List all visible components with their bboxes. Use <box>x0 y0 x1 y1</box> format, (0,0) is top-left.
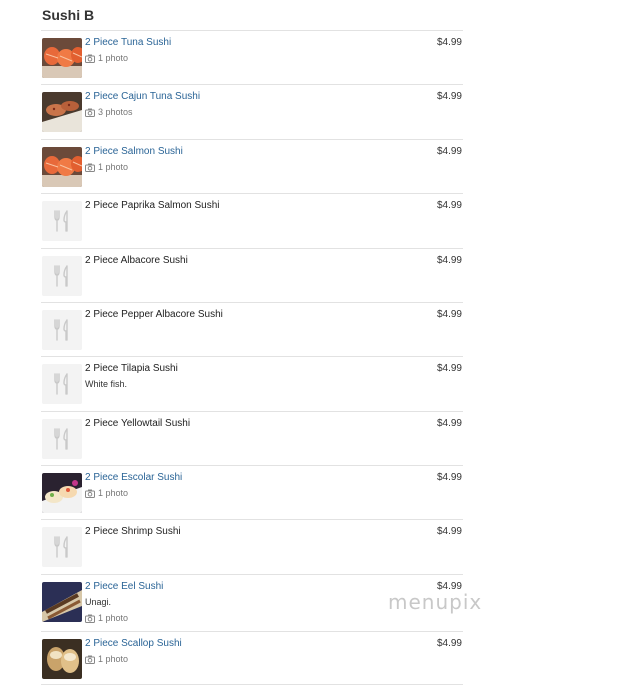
menu-item-row: 2 Piece Pepper Albacore Sushi $4.99 <box>41 302 463 356</box>
section-title: Sushi B <box>42 7 95 23</box>
camera-icon <box>85 163 95 172</box>
menu-item-name[interactable]: 2 Piece Eel Sushi <box>85 580 163 593</box>
menu-item-price: $4.99 <box>436 255 462 266</box>
item-photo-thumbnail[interactable] <box>42 582 82 622</box>
utensils-placeholder-icon <box>42 201 82 241</box>
menu-item-row: 2 Piece Shrimp Sushi $4.99 <box>41 519 463 574</box>
photo-count-label: 3 photos <box>98 107 133 117</box>
camera-icon <box>85 614 95 623</box>
photo-count-link[interactable]: 1 photo <box>85 653 128 665</box>
camera-icon <box>85 54 95 63</box>
menu-item-price: $4.99 <box>436 472 462 483</box>
utensils-placeholder-icon <box>42 364 82 404</box>
photo-count-link[interactable]: 3 photos <box>85 106 133 118</box>
menu-item-name[interactable]: 2 Piece Scallop Sushi <box>85 637 182 650</box>
menu-item-price: $4.99 <box>436 37 462 48</box>
menu-item-price: $4.99 <box>436 526 462 537</box>
menu-item-price: $4.99 <box>436 418 462 429</box>
menu-item-list: 2 Piece Tuna Sushi 1 photo $4.99 2 Piece Ca… <box>41 30 463 685</box>
menu-item-name[interactable]: 2 Piece Cajun Tuna Sushi <box>85 90 200 103</box>
utensils-placeholder-icon <box>42 419 82 459</box>
menu-item-row: 2 Piece Salmon Sushi 1 photo $4.99 <box>41 139 463 193</box>
photo-count-link[interactable]: 1 photo <box>85 52 128 64</box>
menu-item-price: $4.99 <box>436 363 462 374</box>
menupix-watermark: menupix <box>388 590 483 614</box>
camera-icon <box>85 489 95 498</box>
menu-item-description: White fish. <box>85 379 128 389</box>
menu-item-name[interactable]: 2 Piece Tuna Sushi <box>85 36 171 49</box>
item-photo-thumbnail[interactable] <box>42 38 82 78</box>
item-photo-thumbnail[interactable] <box>42 147 82 187</box>
menu-item-name: 2 Piece Pepper Albacore Sushi <box>85 309 223 320</box>
menu-item-description: Unagi. <box>85 597 112 607</box>
menu-item-name: 2 Piece Paprika Salmon Sushi <box>85 200 220 211</box>
menu-item-name: 2 Piece Tilapia Sushi <box>85 363 178 374</box>
photo-count-label: 1 photo <box>98 53 129 63</box>
menu-item-price: $4.99 <box>436 146 462 157</box>
camera-icon <box>85 655 95 664</box>
menu-item-price: $4.99 <box>436 638 462 649</box>
menu-item-name: 2 Piece Yellowtail Sushi <box>85 418 191 429</box>
photo-count-label: 1 photo <box>98 613 129 623</box>
menu-item-row: 2 Piece Tilapia Sushi White fish. $4.99 <box>41 356 463 411</box>
menu-item-row: 2 Piece Paprika Salmon Sushi $4.99 <box>41 193 463 248</box>
menu-item-row: 2 Piece Albacore Sushi $4.99 <box>41 248 463 302</box>
menu-item-price: $4.99 <box>436 309 462 320</box>
menu-item-name[interactable]: 2 Piece Escolar Sushi <box>85 471 182 484</box>
menu-item-price: $4.99 <box>436 200 462 211</box>
menu-item-price: $4.99 <box>436 91 462 102</box>
photo-count-link[interactable]: 1 photo <box>85 161 128 173</box>
camera-icon <box>85 108 95 117</box>
menu-item-row: 2 Piece Escolar Sushi 1 photo $4.99 <box>41 465 463 519</box>
list-bottom-divider <box>41 684 463 685</box>
menu-item-row: 2 Piece Cajun Tuna Sushi 3 photos $4.99 <box>41 84 463 139</box>
menu-item-row: 2 Piece Yellowtail Sushi $4.99 <box>41 411 463 465</box>
menu-item-name[interactable]: 2 Piece Salmon Sushi <box>85 145 183 158</box>
photo-count-link[interactable]: 1 photo <box>85 487 128 499</box>
menu-item-name: 2 Piece Albacore Sushi <box>85 255 188 266</box>
photo-count-label: 1 photo <box>98 162 129 172</box>
item-photo-thumbnail[interactable] <box>42 639 82 679</box>
photo-count-link[interactable]: 1 photo <box>85 612 128 624</box>
utensils-placeholder-icon <box>42 527 82 567</box>
photo-count-label: 1 photo <box>98 654 129 664</box>
menu-item-row: 2 Piece Tuna Sushi 1 photo $4.99 <box>41 30 463 84</box>
menu-item-row: 2 Piece Scallop Sushi 1 photo $4.99 <box>41 631 463 685</box>
utensils-placeholder-icon <box>42 256 82 296</box>
utensils-placeholder-icon <box>42 310 82 350</box>
item-photo-thumbnail[interactable] <box>42 473 82 513</box>
menu-item-name: 2 Piece Shrimp Sushi <box>85 526 181 537</box>
photo-count-label: 1 photo <box>98 488 129 498</box>
item-photo-thumbnail[interactable] <box>42 92 82 132</box>
